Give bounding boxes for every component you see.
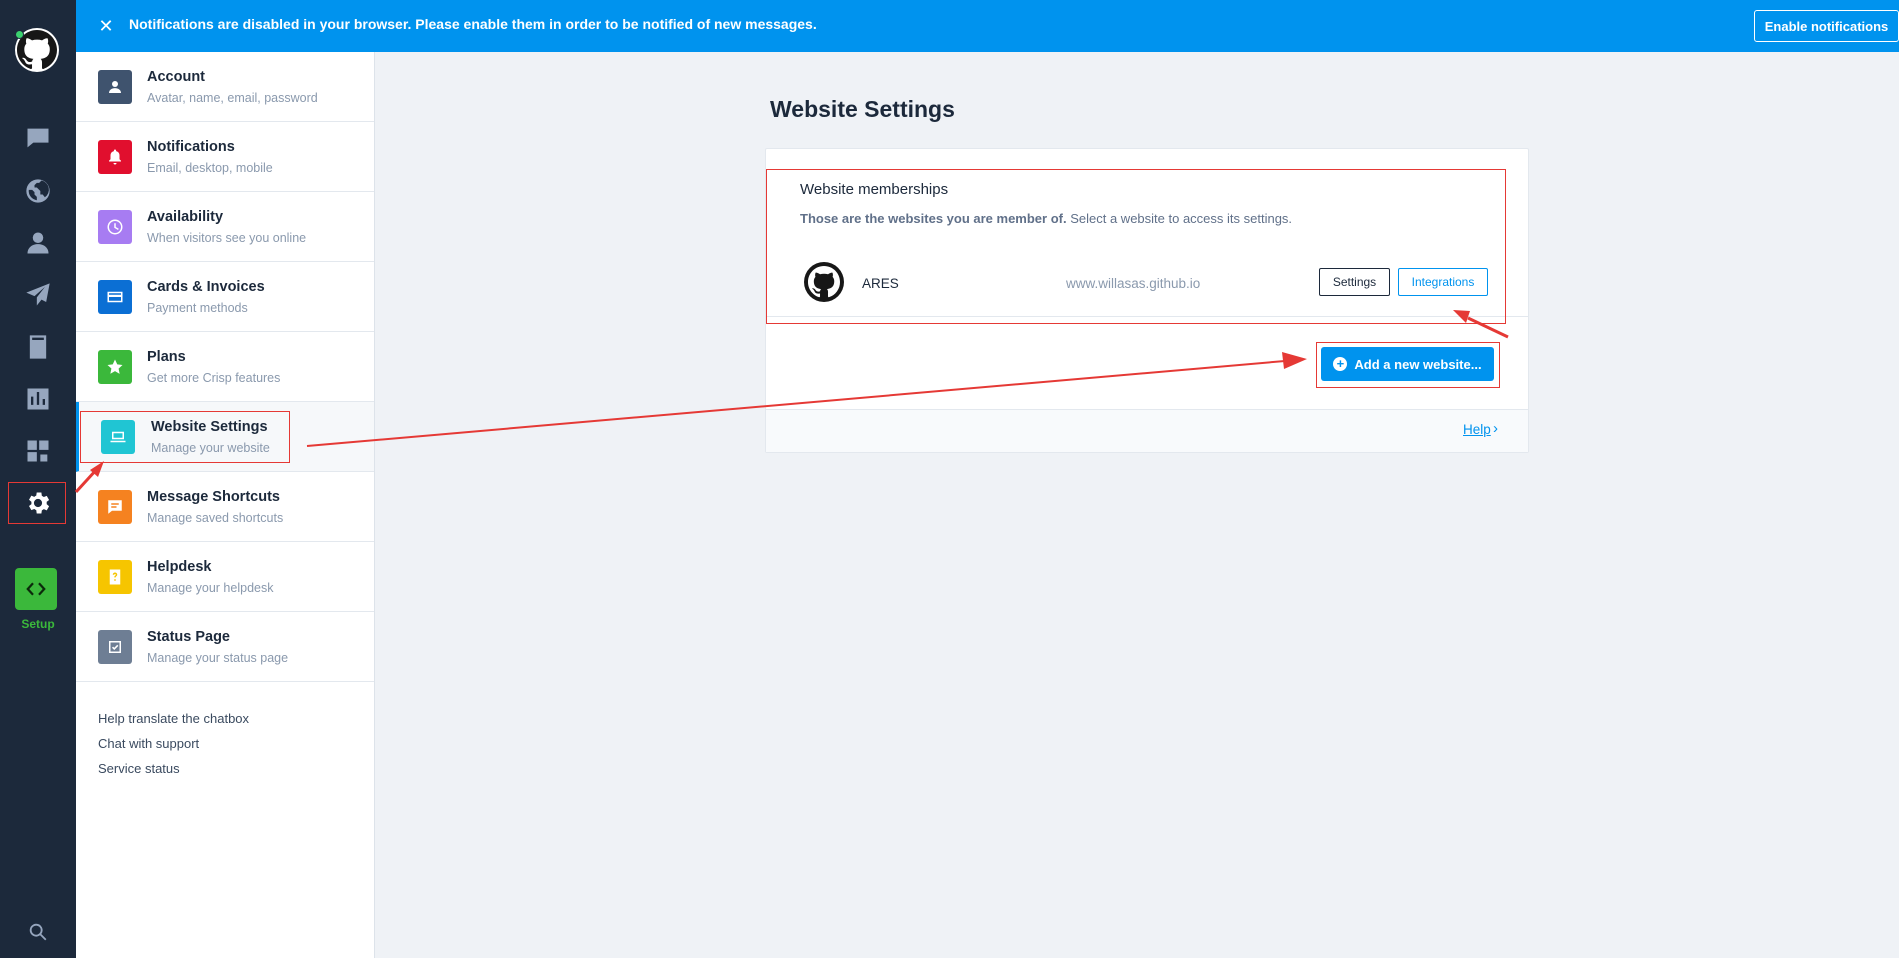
chat-icon xyxy=(27,128,49,148)
message-icon xyxy=(98,490,132,524)
menu-item-plans[interactable]: Plans Get more Crisp features xyxy=(76,332,374,402)
menu-item-cards-invoices[interactable]: Cards & Invoices Payment methods xyxy=(76,262,374,332)
menu-item-helpdesk[interactable]: Helpdesk Manage your helpdesk xyxy=(76,542,374,612)
bell-icon xyxy=(98,140,132,174)
menu-item-account[interactable]: Account Avatar, name, email, password xyxy=(76,52,374,122)
menu-item-subtitle: Manage your helpdesk xyxy=(147,581,274,595)
chevron-right-icon: › xyxy=(1493,420,1498,437)
page-title: Website Settings xyxy=(770,96,955,122)
contacts-button[interactable] xyxy=(13,221,63,265)
helpdesk-icon xyxy=(98,560,132,594)
menu-item-subtitle: Email, desktop, mobile xyxy=(147,161,273,175)
add-website-highlight-box xyxy=(1316,342,1500,388)
menu-item-title: Status Page xyxy=(147,629,230,645)
star-icon xyxy=(98,350,132,384)
menu-item-subtitle: Get more Crisp features xyxy=(147,371,281,385)
check-icon xyxy=(98,630,132,664)
setup-label: Setup xyxy=(21,617,55,631)
chat-with-support-link[interactable]: Chat with support xyxy=(98,736,199,751)
service-status-link[interactable]: Service status xyxy=(98,761,180,776)
menu-item-title: Notifications xyxy=(147,139,235,155)
online-status-dot xyxy=(15,30,24,39)
left-navigation-rail: Setup xyxy=(0,0,76,958)
memberships-highlight-box xyxy=(766,169,1506,324)
settings-highlight-box xyxy=(8,482,66,524)
analytics-button[interactable] xyxy=(13,377,63,421)
search-button[interactable] xyxy=(13,910,63,954)
menu-item-title: Helpdesk xyxy=(147,559,212,575)
user-icon xyxy=(27,232,49,254)
menu-item-subtitle: Manage saved shortcuts xyxy=(147,511,284,525)
code-icon xyxy=(26,582,46,596)
close-icon[interactable]: ✕ xyxy=(96,16,116,36)
helpdesk-button[interactable] xyxy=(13,325,63,369)
plugins-icon xyxy=(27,440,49,462)
clock-icon xyxy=(98,210,132,244)
plugins-button[interactable] xyxy=(13,429,63,473)
card-icon xyxy=(98,280,132,314)
menu-item-notifications[interactable]: Notifications Email, desktop, mobile xyxy=(76,122,374,192)
user-icon xyxy=(98,70,132,104)
card-footer xyxy=(766,410,1528,452)
help-translate-link[interactable]: Help translate the chatbox xyxy=(98,711,249,726)
menu-item-title: Account xyxy=(147,69,205,85)
book-icon xyxy=(29,335,47,359)
analytics-icon xyxy=(27,388,49,410)
menu-item-subtitle: Manage your status page xyxy=(147,651,289,665)
send-icon xyxy=(26,283,50,306)
menu-item-title: Message Shortcuts xyxy=(147,489,280,505)
visitors-button[interactable] xyxy=(13,169,63,213)
menu-item-title: Cards & Invoices xyxy=(147,279,265,295)
menu-item-message-shortcuts[interactable]: Message Shortcuts Manage saved shortcuts xyxy=(76,472,374,542)
settings-menu: Account Avatar, name, email, password No… xyxy=(76,52,375,958)
website-settings-highlight-box xyxy=(80,411,290,463)
help-link[interactable]: Help xyxy=(1463,422,1491,437)
conversations-button[interactable] xyxy=(13,116,63,160)
menu-item-subtitle: Payment methods xyxy=(147,301,248,315)
banner-message: Notifications are disabled in your brows… xyxy=(129,16,817,32)
setup-button[interactable] xyxy=(15,568,57,610)
menu-item-subtitle: When visitors see you online xyxy=(147,231,307,245)
menu-item-title: Plans xyxy=(147,349,186,365)
enable-notifications-button[interactable]: Enable notifications xyxy=(1754,10,1899,42)
menu-item-subtitle: Avatar, name, email, password xyxy=(147,91,318,105)
notification-banner: ✕ Notifications are disabled in your bro… xyxy=(76,0,1899,52)
menu-item-availability[interactable]: Availability When visitors see you onlin… xyxy=(76,192,374,262)
campaigns-button[interactable] xyxy=(13,273,63,317)
search-icon xyxy=(29,923,47,941)
globe-icon xyxy=(26,179,50,203)
menu-item-status-page[interactable]: Status Page Manage your status page xyxy=(76,612,374,682)
menu-item-title: Availability xyxy=(147,209,224,225)
